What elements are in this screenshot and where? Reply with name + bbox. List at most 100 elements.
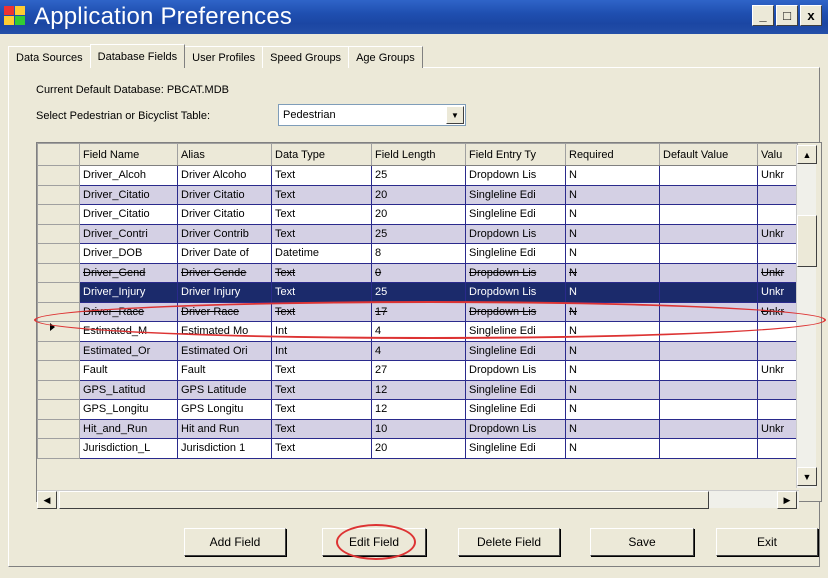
table-cell[interactable]: Unkr	[757, 165, 798, 186]
row-header[interactable]	[37, 399, 80, 420]
row-header[interactable]	[37, 360, 80, 381]
tab-speed-groups[interactable]: Speed Groups	[262, 46, 350, 68]
table-cell[interactable]	[659, 204, 758, 225]
table-cell[interactable]: Jurisdiction_L	[79, 438, 178, 459]
table-cell[interactable]: N	[565, 438, 660, 459]
table-cell[interactable]: GPS_Latitud	[79, 379, 178, 400]
table-cell[interactable]	[659, 321, 758, 342]
exit-button[interactable]: Exit	[716, 528, 818, 556]
table-row[interactable]: Driver_Injury Driver Injury Text 25 Dropdown…	[37, 282, 798, 303]
table-cell[interactable]: Driver Citatio	[177, 184, 272, 205]
table-cell[interactable]: 20	[371, 184, 466, 205]
table-cell[interactable]: Driver Gende	[177, 262, 272, 283]
table-cell[interactable]: 20	[371, 204, 466, 225]
table-cell[interactable]	[659, 282, 758, 303]
table-cell[interactable]: Text	[271, 262, 372, 283]
table-cell[interactable]: N	[565, 262, 660, 283]
table-cell[interactable]: Singleline Edi	[465, 438, 566, 459]
table-cell[interactable]	[659, 360, 758, 381]
row-header[interactable]	[37, 321, 80, 342]
vertical-scroll-thumb[interactable]	[797, 215, 817, 267]
column-header[interactable]: Default Value	[659, 143, 758, 166]
table-cell[interactable]: Driver_Citatio	[79, 184, 178, 205]
table-cell[interactable]: N	[565, 379, 660, 400]
table-row[interactable]: Driver_DOB Driver Date of Datetime 8 Singlel…	[37, 243, 798, 264]
table-cell[interactable]: Driver_Alcoh	[79, 165, 178, 186]
table-row[interactable]: Estimated_M Estimated Mo Int 4 Singleline Ed…	[37, 321, 798, 342]
table-cell[interactable]	[757, 340, 798, 361]
table-cell[interactable]: Unkr	[757, 282, 798, 303]
table-row[interactable]: Hit_and_Run Hit and Run Text 10 Dropdown Lis…	[37, 418, 798, 439]
table-cell[interactable]: 25	[371, 165, 466, 186]
table-cell[interactable]: 25	[371, 282, 466, 303]
table-cell[interactable]: Dropdown Lis	[465, 301, 566, 322]
table-cell[interactable]	[659, 262, 758, 283]
table-cell[interactable]: Singleline Edi	[465, 379, 566, 400]
table-cell[interactable]	[659, 301, 758, 322]
table-cell[interactable]: 10	[371, 418, 466, 439]
table-cell[interactable]: Text	[271, 223, 372, 244]
column-header[interactable]: Field Name	[79, 143, 178, 166]
tab-database-fields[interactable]: Database Fields	[89, 44, 186, 68]
table-cell[interactable]	[659, 165, 758, 186]
table-row[interactable]: Fault Fault Text 27 Dropdown Lis N Unkr	[37, 360, 798, 381]
table-cell[interactable]: N	[565, 360, 660, 381]
table-cell[interactable]: Unkr	[757, 262, 798, 283]
table-cell[interactable]: 20	[371, 438, 466, 459]
table-cell[interactable]: Jurisdiction 1	[177, 438, 272, 459]
table-cell[interactable]: Driver Contrib	[177, 223, 272, 244]
row-header[interactable]	[37, 340, 80, 361]
table-cell[interactable]: Driver_Race	[79, 301, 178, 322]
table-cell[interactable]	[659, 243, 758, 264]
table-cell[interactable]: Unkr	[757, 360, 798, 381]
table-cell[interactable]: Driver Alcoho	[177, 165, 272, 186]
table-cell[interactable]: 27	[371, 360, 466, 381]
table-cell[interactable]: Singleline Edi	[465, 184, 566, 205]
table-cell[interactable]: Estimated_Or	[79, 340, 178, 361]
scroll-right-icon[interactable]: ▶	[777, 491, 797, 509]
table-row[interactable]: Driver_Contri Driver Contrib Text 25 Dropdow…	[37, 223, 798, 244]
table-cell[interactable]: Singleline Edi	[465, 340, 566, 361]
table-cell[interactable]	[757, 321, 798, 342]
table-cell[interactable]: Driver Injury	[177, 282, 272, 303]
table-row[interactable]: Driver_Race Driver Race Text 17 Dropdown Lis…	[37, 301, 798, 322]
table-cell[interactable]	[757, 399, 798, 420]
table-cell[interactable]: Driver_Injury	[79, 282, 178, 303]
scroll-down-icon[interactable]: ▼	[797, 467, 817, 486]
delete-field-button[interactable]: Delete Field	[458, 528, 560, 556]
table-cell[interactable]: Text	[271, 399, 372, 420]
row-header[interactable]	[37, 223, 80, 244]
row-header[interactable]	[37, 282, 80, 303]
table-cell[interactable]: Singleline Edi	[465, 321, 566, 342]
table-cell[interactable]: Fault	[177, 360, 272, 381]
chevron-down-icon[interactable]: ▼	[446, 106, 464, 124]
table-cell[interactable]: N	[565, 223, 660, 244]
table-cell[interactable]: N	[565, 184, 660, 205]
table-cell[interactable]: 25	[371, 223, 466, 244]
table-cell[interactable]	[659, 418, 758, 439]
table-cell[interactable]: Dropdown Lis	[465, 360, 566, 381]
table-cell[interactable]: 17	[371, 301, 466, 322]
maximize-button[interactable]: □	[776, 5, 798, 26]
table-cell[interactable]: 8	[371, 243, 466, 264]
table-cell[interactable]: Text	[271, 204, 372, 225]
table-cell[interactable]: Hit and Run	[177, 418, 272, 439]
close-button[interactable]: x	[800, 5, 822, 26]
table-cell[interactable]	[659, 379, 758, 400]
vertical-scrollbar[interactable]: ▲ ▼	[796, 145, 817, 488]
table-row[interactable]: Driver_Citatio Driver Citatio Text 20 Single…	[37, 204, 798, 225]
table-cell[interactable]: Unkr	[757, 223, 798, 244]
column-header[interactable]: Data Type	[271, 143, 372, 166]
table-cell[interactable]: N	[565, 399, 660, 420]
table-cell[interactable]	[659, 438, 758, 459]
table-cell[interactable]: Text	[271, 301, 372, 322]
scroll-up-icon[interactable]: ▲	[797, 145, 817, 164]
table-cell[interactable]: Singleline Edi	[465, 204, 566, 225]
table-row[interactable]: GPS_Latitud GPS Latitude Text 12 Singleline …	[37, 379, 798, 400]
table-cell[interactable]: Int	[271, 321, 372, 342]
table-cell[interactable]	[757, 438, 798, 459]
table-cell[interactable]	[757, 379, 798, 400]
table-cell[interactable]: Singleline Edi	[465, 399, 566, 420]
table-cell[interactable]: Driver Citatio	[177, 204, 272, 225]
column-header[interactable]: Field Entry Ty	[465, 143, 566, 166]
